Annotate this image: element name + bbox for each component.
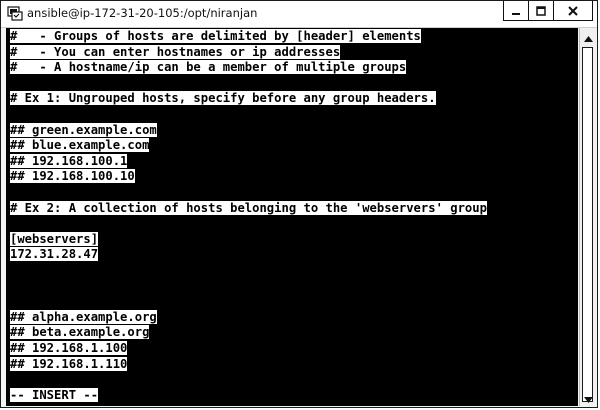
- terminal-line-text: ## green.example.com: [10, 122, 157, 137]
- terminal-line-text: # - A hostname/ip can be a member of mul…: [10, 60, 407, 75]
- putty-terminal-icon: [7, 5, 23, 21]
- minimize-button[interactable]: [503, 1, 529, 21]
- scrollbar-thumb[interactable]: [582, 47, 593, 402]
- maximize-button[interactable]: [528, 1, 554, 21]
- terminal-line: [webservers]: [10, 231, 99, 247]
- title-bar[interactable]: ansible@ip-172-31-20-105:/opt/niranjan: [1, 1, 597, 28]
- terminal-line: # - A hostname/ip can be a member of mul…: [10, 59, 407, 75]
- terminal-line: # Ex 1: Ungrouped hosts, specify before …: [10, 90, 436, 106]
- terminal-line: # Ex 2: A collection of hosts belonging …: [10, 200, 487, 216]
- terminal-line: ## 192.168.1.100: [10, 340, 128, 356]
- terminal-screen[interactable]: # - Groups of hosts are delimited by [he…: [6, 28, 578, 406]
- scroll-up-button[interactable]: [580, 28, 596, 45]
- terminal-line-text: ## 192.168.1.110: [10, 356, 128, 371]
- window-title: ansible@ip-172-31-20-105:/opt/niranjan: [27, 6, 258, 20]
- scroll-down-arrow-icon: [583, 388, 593, 407]
- vertical-scrollbar[interactable]: [579, 28, 596, 406]
- terminal-line-text: # Ex 2: A collection of hosts belonging …: [10, 200, 487, 215]
- terminal-line: -- INSERT --: [10, 387, 99, 403]
- terminal-line: # - Groups of hosts are delimited by [he…: [10, 28, 421, 44]
- terminal-line-text: -- INSERT --: [10, 387, 99, 402]
- scroll-up-arrow-icon: [583, 27, 593, 46]
- minimize-icon: [511, 6, 521, 16]
- terminal-line: ## alpha.example.org: [10, 309, 157, 325]
- terminal-line-text: ## beta.example.org: [10, 325, 150, 340]
- terminal-line-text: ## 192.168.1.100: [10, 341, 128, 355]
- terminal-window: ansible@ip-172-31-20-105:/opt/niranjan #…: [0, 0, 598, 408]
- terminal-line: ## 192.168.100.10: [10, 168, 135, 184]
- terminal-line-text: ## 192.168.100.10: [10, 169, 135, 184]
- terminal-line-text: ## alpha.example.org: [10, 309, 157, 324]
- terminal-line-text: 172.31.28.47: [10, 247, 99, 262]
- terminal-line-text: ## 192.168.100.1: [10, 153, 128, 168]
- terminal-line-text: # - You can enter hostnames or ip addres…: [10, 44, 341, 59]
- close-icon: [567, 5, 579, 17]
- terminal-line-text: [webservers]: [10, 231, 99, 246]
- close-button[interactable]: [553, 1, 593, 21]
- terminal-line-text: # - Groups of hosts are delimited by [he…: [10, 29, 421, 43]
- terminal-line: 172.31.28.47: [10, 246, 99, 262]
- maximize-icon: [536, 5, 546, 16]
- terminal-line-text: ## blue.example.com: [10, 138, 150, 153]
- terminal-line: ## green.example.com: [10, 122, 157, 138]
- window-controls: [503, 1, 593, 23]
- terminal-line: # - You can enter hostnames or ip addres…: [10, 44, 341, 60]
- terminal-line: ## 192.168.1.110: [10, 356, 128, 372]
- terminal-line: ## 192.168.100.1: [10, 153, 128, 169]
- terminal-line: ## beta.example.org: [10, 324, 150, 340]
- terminal-line-text: # Ex 1: Ungrouped hosts, specify before …: [10, 91, 436, 106]
- terminal-line: ## blue.example.com: [10, 137, 150, 153]
- scroll-down-button[interactable]: [580, 389, 596, 406]
